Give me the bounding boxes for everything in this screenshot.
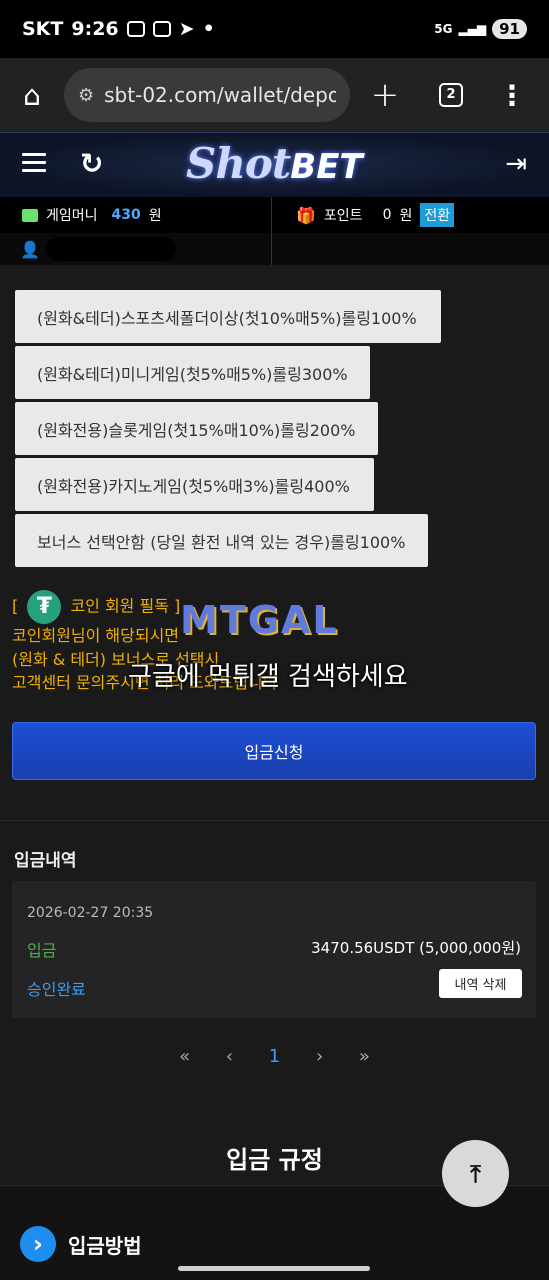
deposit-method-header[interactable]: › 입금방법 — [20, 1226, 142, 1262]
tab-count: 2 — [439, 83, 463, 107]
wallet-icon — [22, 208, 38, 222]
gift-icon: 🎁 — [296, 205, 316, 225]
home-icon: ⌂ — [23, 78, 41, 112]
dot-icon: • — [202, 18, 215, 40]
menu-icon[interactable] — [22, 153, 46, 173]
bonus-option-sports[interactable]: (원화&테더)스포츠세폴더이상(첫10%매5%)롤링100% — [15, 290, 441, 343]
signal-icon: ▂▄▆ — [458, 22, 487, 36]
redacted-username — [45, 237, 176, 261]
deposit-request-button[interactable]: 입금신청 — [12, 722, 536, 780]
last-page-button[interactable]: » — [359, 1046, 370, 1067]
game-money-unit: 원 — [148, 208, 162, 224]
next-page-button[interactable]: › — [316, 1046, 323, 1067]
deposit-history-title: 입금내역 — [14, 851, 77, 871]
game-money-label: 게임머니 — [46, 208, 98, 224]
browser-menu-button[interactable]: ⋮ — [482, 79, 542, 112]
deposit-method-label: 입금방법 — [68, 1233, 142, 1258]
site-header: ↻ ShotBET ⇥ — [0, 132, 549, 197]
page-number-current[interactable]: 1 — [269, 1046, 280, 1067]
refresh-icon[interactable]: ↻ — [80, 147, 103, 180]
first-page-button[interactable]: « — [179, 1046, 190, 1067]
convert-button[interactable]: 전환 — [420, 203, 455, 227]
pagination: « ‹ 1 › » — [0, 1046, 549, 1067]
point-unit: 원 — [399, 208, 413, 224]
point-label: 포인트 — [323, 208, 363, 224]
url-text: sbt-02.com/wallet/deposit — [104, 83, 336, 107]
section-divider — [0, 820, 549, 821]
account-info-bar: 게임머니 430 원 🎁 포인트 0 원 전환 — [0, 197, 549, 233]
watermark-text: 구글에 먹튀갤 검색하세요 — [128, 662, 408, 692]
more-vertical-icon: ⋮ — [498, 78, 526, 112]
arrow-up-icon: ⤒ — [470, 1159, 481, 1188]
bonus-option-none[interactable]: 보너스 선택안함 (당일 환전 내역 있는 경우)롤링100% — [15, 514, 428, 567]
new-tab-button[interactable]: + — [350, 75, 420, 115]
prev-page-button[interactable]: ‹ — [226, 1046, 233, 1067]
history-type: 입금 — [27, 941, 57, 960]
site-logo[interactable]: ShotBET — [186, 139, 363, 188]
carrier-label: SKT — [22, 18, 64, 40]
point-value: 0 — [382, 207, 392, 223]
chevron-right-icon: › — [20, 1226, 56, 1262]
history-date: 2026-02-27 20:35 — [27, 905, 154, 921]
site-settings-icon[interactable]: ⚙ — [78, 85, 94, 106]
bonus-option-casino[interactable]: (원화전용)카지노게임(첫5%매3%)롤링400% — [15, 458, 374, 511]
game-money-value: 430 — [111, 207, 141, 223]
scroll-to-top-button[interactable]: ⤒ — [442, 1140, 509, 1207]
tab-switcher-button[interactable]: 2 — [420, 83, 482, 107]
clock: 9:26 — [71, 18, 119, 40]
history-amount: 3470.56USDT (5,000,000원) — [311, 939, 521, 957]
bonus-option-minigame[interactable]: (원화&테더)미니게임(첫5%매5%)롤링300% — [15, 346, 370, 399]
battery-indicator: 91 — [492, 19, 527, 39]
gesture-bar — [178, 1266, 370, 1271]
history-item: 2026-02-27 20:35 입금 3470.56USDT (5,000,0… — [12, 881, 536, 1018]
bonus-option-slot[interactable]: (원화전용)슬롯게임(첫15%매10%)롤링200% — [15, 402, 378, 455]
watermark-logo: MTGAL — [180, 598, 339, 642]
network-label: 5G — [434, 22, 453, 36]
telegram-icon: ➤ — [178, 18, 195, 40]
browser-toolbar: ⌂ ⚙ sbt-02.com/wallet/deposit + 2 ⋮ — [0, 58, 549, 132]
voicemail-icon — [126, 21, 145, 37]
plus-icon: + — [370, 75, 400, 115]
logout-icon[interactable]: ⇥ — [505, 149, 527, 179]
delete-history-button[interactable]: 내역 삭제 — [439, 969, 522, 998]
home-button[interactable]: ⌂ — [0, 79, 64, 112]
tether-icon: ₮ — [27, 590, 62, 624]
status-bar: SKT 9:26 ➤ • 5G ▂▄▆ 91 — [0, 0, 549, 58]
screenshot-icon — [152, 21, 171, 37]
user-icon: 👤 — [20, 239, 40, 259]
history-status: 승인완료 — [27, 980, 86, 999]
user-bar: 👤 — [0, 233, 549, 265]
address-bar[interactable]: ⚙ sbt-02.com/wallet/deposit — [64, 68, 350, 122]
